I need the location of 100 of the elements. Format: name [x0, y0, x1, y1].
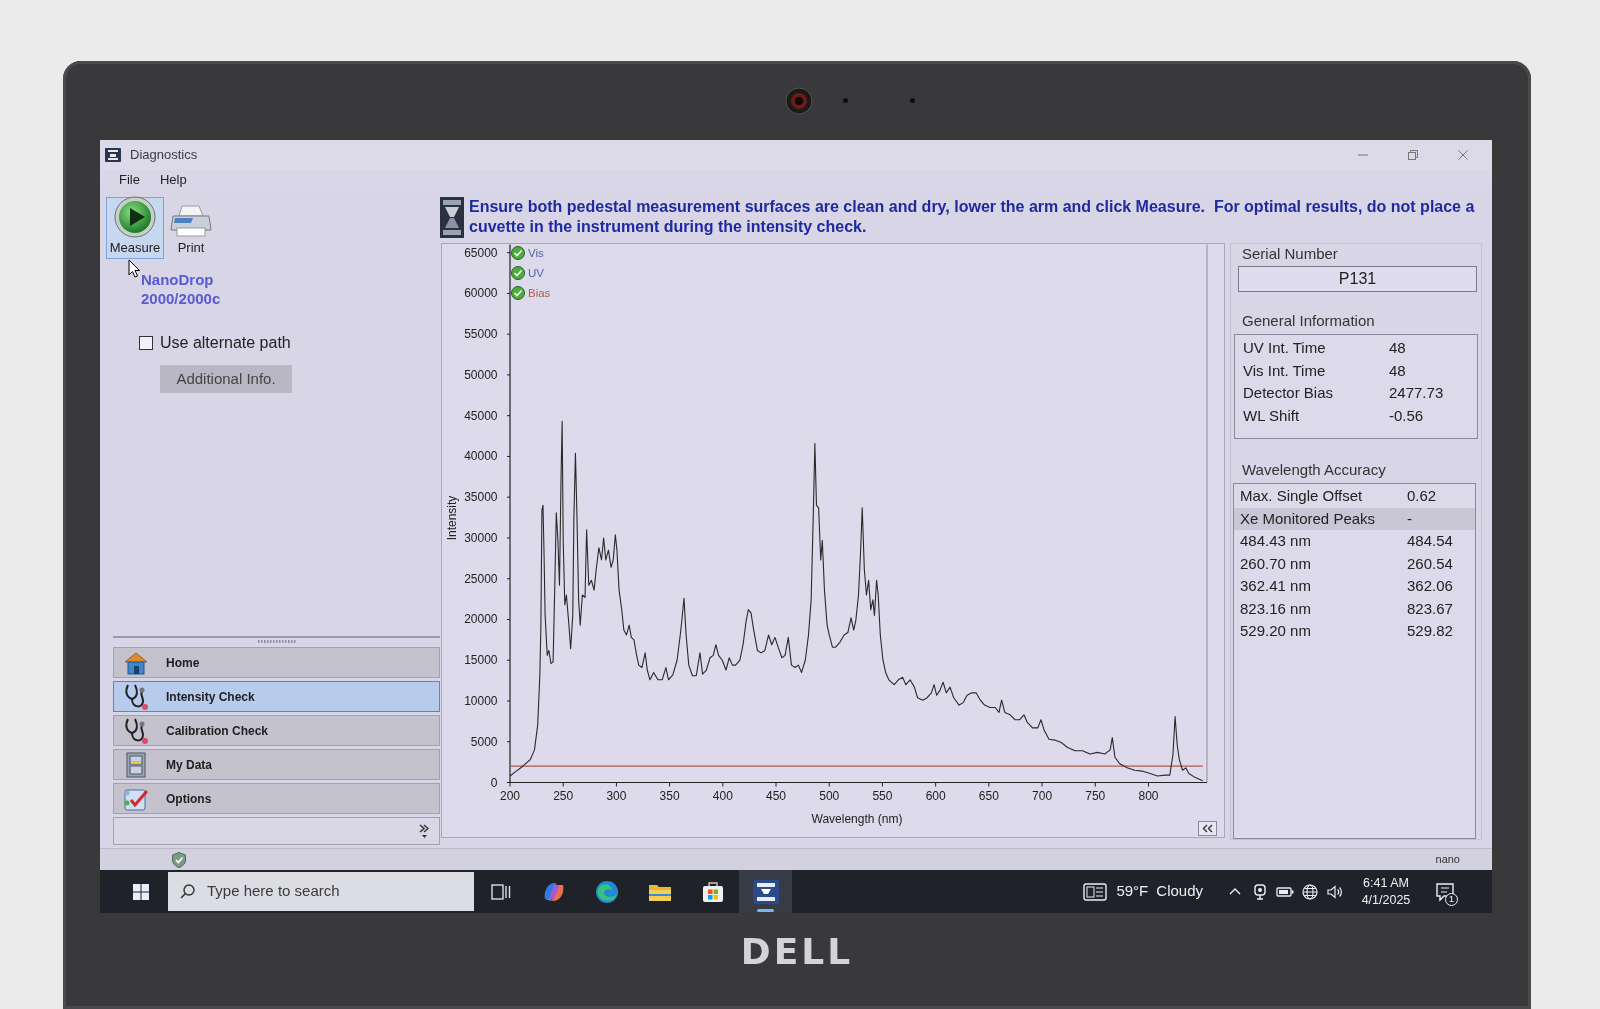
- restore-icon: [1408, 150, 1418, 160]
- menu-item[interactable]: File: [109, 171, 150, 189]
- toolbar-button[interactable]: Print: [166, 197, 216, 259]
- section-title: Wavelength Accuracy: [1242, 461, 1387, 479]
- checkbox-label[interactable]: Use alternate path: [160, 331, 291, 355]
- instrument-app-icon: [752, 879, 779, 904]
- check-circle-icon[interactable]: [511, 246, 525, 260]
- shield-check-icon: [172, 851, 186, 868]
- speaker-icon[interactable]: [1326, 884, 1343, 899]
- legend-label: UV: [528, 267, 544, 279]
- row-label: 823.16 nm: [1240, 598, 1312, 619]
- battery-icon[interactable]: [1275, 885, 1294, 898]
- double-chevron-icon: [1202, 824, 1213, 833]
- webcam-lens-icon: [785, 86, 813, 115]
- row-value: 484.54: [1407, 531, 1453, 551]
- axis-tick-label: 65000: [464, 245, 498, 260]
- axis-tick-label: 350: [659, 789, 680, 803]
- legend-label: Bias: [528, 287, 551, 299]
- nav-item[interactable]: Home: [113, 647, 440, 678]
- printer-icon: [169, 204, 213, 238]
- axis-tick-label: 400: [712, 789, 733, 803]
- row-label: WL Shift: [1243, 405, 1301, 426]
- task-view-icon: [490, 882, 511, 901]
- nav-item[interactable]: Calibration Check: [113, 715, 440, 746]
- axis-tick-label: 45000: [464, 408, 498, 423]
- axis-tick-label: 450: [766, 789, 787, 803]
- play-icon: [114, 196, 156, 238]
- row-value: -: [1407, 508, 1412, 529]
- stethoscope-icon: [122, 682, 150, 711]
- checkbox[interactable]: [139, 336, 153, 350]
- notifications-button[interactable]: 1: [1427, 870, 1463, 913]
- axis-tick-label: 15000: [464, 653, 498, 668]
- status-text: nano: [1435, 852, 1460, 868]
- collapse-button[interactable]: [1198, 821, 1217, 836]
- axis-tick-label: 60000: [464, 286, 498, 301]
- nav-item[interactable]: My Data: [113, 749, 440, 780]
- axis-tick-label: 20000: [464, 612, 498, 627]
- chevron-up-icon: [1229, 888, 1241, 895]
- double-chevron-icon[interactable]: [419, 824, 429, 838]
- globe-icon[interactable]: [1301, 883, 1318, 900]
- axis-tick-label: 5000: [470, 734, 498, 749]
- row-value: 260.54: [1407, 553, 1453, 574]
- check-circle-icon[interactable]: [511, 266, 525, 280]
- nav-item[interactable]: Intensity Check: [113, 681, 440, 712]
- row-label: Vis Int. Time: [1243, 360, 1327, 381]
- axis-tick-label: 200: [500, 789, 520, 803]
- axis-tick-label: 300: [606, 789, 627, 803]
- store-bag-icon: [701, 880, 724, 903]
- axis-tick-label: 700: [1032, 789, 1053, 803]
- grip-icon: [257, 639, 296, 643]
- notification-count: 1: [1445, 893, 1458, 906]
- axis-tick-label: 30000: [464, 530, 498, 545]
- sensor-dot-icon: [910, 98, 915, 103]
- nav-item[interactable]: Options: [113, 783, 440, 814]
- weather-condition[interactable]: Cloudy: [1156, 880, 1203, 903]
- row-label: 260.70 nm: [1240, 553, 1312, 574]
- webcam-icon[interactable]: [1252, 883, 1267, 900]
- axis-tick-label: 40000: [464, 449, 498, 464]
- y-axis-title: Intensity: [445, 495, 459, 541]
- menu-item[interactable]: Help: [149, 171, 197, 189]
- search-icon: [180, 884, 195, 899]
- axis-tick-label: 550: [872, 789, 893, 803]
- x-axis-title: Wavelength (nm): [811, 812, 903, 826]
- axis-tick-label: 600: [925, 789, 946, 803]
- axis-tick-label: 35000: [464, 490, 498, 505]
- window-title: Diagnostics: [130, 146, 198, 165]
- instruction-text: Ensure both pedestal measurement surfaces are clean and dry, lower the arm and click Measure. For optimal results, do not place a cuvette in the instrument during the intensity check.: [469, 197, 1476, 237]
- taskbar-button[interactable]: [739, 870, 792, 913]
- clock-date[interactable]: 4/1/2025: [1361, 891, 1411, 909]
- row-label: 529.20 nm: [1240, 621, 1312, 641]
- legend-label: Vis: [528, 247, 544, 259]
- row-value: 0.62: [1407, 486, 1437, 506]
- weather-temperature[interactable]: 59°F: [1116, 880, 1149, 903]
- row-value: 529.82: [1407, 621, 1453, 641]
- minimize-icon: [1358, 154, 1368, 156]
- row-label: 484.43 nm: [1240, 531, 1312, 551]
- axis-tick-label: 650: [978, 789, 999, 803]
- row-label: UV Int. Time: [1243, 338, 1327, 358]
- clock-time[interactable]: 6:41 AM: [1363, 874, 1409, 892]
- windows-logo-icon: [133, 883, 149, 900]
- row-label: Detector Bias: [1243, 383, 1335, 403]
- weather-widget-icon[interactable]: [1083, 882, 1108, 901]
- speech-bubble-icon: [1435, 881, 1455, 902]
- axis-tick-label: 10000: [464, 694, 498, 708]
- mouse-pointer-icon: [128, 259, 140, 278]
- section-title: Serial Number: [1242, 245, 1339, 263]
- axis-tick-label: 0: [490, 775, 498, 790]
- section-title: General Information: [1242, 312, 1376, 330]
- row-value: 48: [1389, 338, 1406, 358]
- product-name: NanoDrop 2000/2000c: [141, 270, 222, 308]
- row-value: 823.67: [1407, 598, 1453, 619]
- app-icon: [105, 148, 121, 162]
- check-circle-icon[interactable]: [511, 286, 525, 300]
- axis-tick-label: 800: [1138, 789, 1159, 803]
- axis-tick-label: 500: [819, 789, 840, 803]
- axis-tick-label: 55000: [464, 327, 498, 342]
- additional-info-button[interactable]: Additional Info.: [160, 365, 292, 393]
- axis-tick-label: 25000: [464, 571, 498, 586]
- axis-tick-label: 750: [1085, 789, 1106, 803]
- search-field[interactable]: Type here to search: [168, 872, 474, 911]
